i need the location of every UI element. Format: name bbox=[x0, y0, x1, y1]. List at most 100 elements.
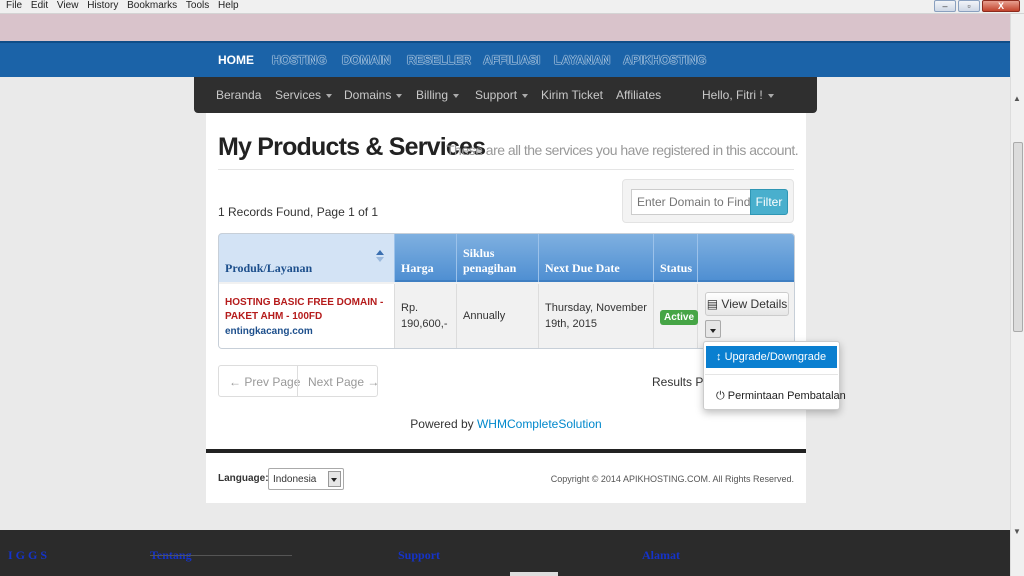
billing-cycle: Annually bbox=[463, 310, 506, 322]
powered-by-text: Powered by bbox=[410, 417, 477, 431]
subnav-support[interactable]: Support bbox=[475, 88, 529, 102]
header-produk-label: Produk/Layanan bbox=[225, 261, 313, 275]
header-siklus[interactable]: Siklus penagihan bbox=[457, 234, 539, 282]
cancel-request-label: Permintaan Pembatalan bbox=[727, 390, 846, 402]
subnav-billing-label: Billing bbox=[416, 88, 449, 102]
cell-cycle: Annually bbox=[457, 284, 539, 348]
footer: Language: Indonesia Copyright © 2014 API… bbox=[206, 453, 806, 503]
main-nav: HOME HOSTING DOMAIN RESELLER AFFILIASI L… bbox=[0, 41, 1010, 77]
menu-file[interactable]: File bbox=[6, 0, 22, 12]
select-arrow bbox=[328, 471, 341, 487]
cell-price: Rp. 190,600,- bbox=[395, 284, 457, 348]
chevron-down-icon bbox=[453, 93, 460, 98]
nav-layanan[interactable]: LAYANAN bbox=[554, 53, 610, 67]
up-down-arrow-icon: ↕ bbox=[716, 351, 725, 363]
view-details-label: View Details bbox=[721, 297, 788, 311]
chevron-down-icon bbox=[331, 477, 337, 482]
subnav-user-menu[interactable]: Hello, Fitri ! bbox=[702, 88, 774, 102]
list-icon: ▤ bbox=[706, 297, 722, 311]
menu-history[interactable]: History bbox=[87, 0, 118, 12]
footer-col-alamat: Alamat bbox=[642, 548, 680, 562]
footer-logo: IGGS bbox=[8, 548, 51, 562]
actions-dropdown-menu: ↕ Upgrade/Downgrade ⏻ Permintaan Pembata… bbox=[703, 341, 846, 410]
status-badge: Active bbox=[660, 310, 699, 325]
cancel-request-item[interactable]: ⏻ Permintaan Pembatalan bbox=[706, 385, 846, 407]
sort-down-icon bbox=[376, 257, 384, 262]
header-harga[interactable]: Harga bbox=[395, 234, 457, 282]
nav-reseller[interactable]: RESELLER bbox=[407, 53, 471, 67]
chevron-down-icon bbox=[326, 93, 333, 98]
domain-search-input[interactable] bbox=[631, 189, 751, 215]
records-count: 1 Records Found, Page 1 of 1 bbox=[218, 205, 379, 219]
menu-view[interactable]: View bbox=[57, 0, 79, 12]
cell-due-date: Thursday, November 19th, 2015 bbox=[539, 284, 654, 348]
menu-bookmarks[interactable]: Bookmarks bbox=[127, 0, 177, 12]
scroll-up-icon[interactable]: ▲ bbox=[1013, 94, 1021, 103]
language-value: Indonesia bbox=[273, 474, 317, 485]
language-select[interactable]: Indonesia bbox=[268, 468, 344, 490]
subnav-support-label: Support bbox=[475, 88, 518, 102]
browser-toolbar bbox=[0, 14, 1010, 41]
browser-menubar: File Edit View History Bookmarks Tools H… bbox=[0, 0, 1024, 14]
subnav-kirim-ticket[interactable]: Kirim Ticket bbox=[541, 88, 603, 102]
header-produk[interactable]: Produk/Layanan bbox=[219, 234, 395, 282]
powered-by: Powered by WHMCompleteSolution bbox=[206, 417, 806, 431]
chevron-down-icon bbox=[710, 328, 716, 333]
nav-apikhosting[interactable]: APIKHOSTING bbox=[623, 53, 706, 67]
menu-help[interactable]: Help bbox=[218, 0, 239, 12]
menu-edit[interactable]: Edit bbox=[31, 0, 48, 12]
header-actions bbox=[698, 234, 794, 282]
chevron-down-icon bbox=[767, 93, 774, 98]
language-label: Language: bbox=[218, 473, 269, 484]
close-window-button[interactable]: X bbox=[982, 0, 1020, 12]
page-subtitle: These are all the services you have regi… bbox=[446, 142, 799, 158]
cell-actions: ▤ View Details bbox=[698, 284, 794, 348]
power-icon: ⏻ bbox=[716, 390, 728, 402]
client-nav: Beranda Services Domains Billing Support… bbox=[194, 77, 817, 113]
subnav-domains[interactable]: Domains bbox=[344, 88, 403, 102]
page-scrollbar[interactable]: ▲ ▼ bbox=[1010, 14, 1024, 576]
prev-page-button[interactable]: ← Prev Page bbox=[229, 375, 300, 389]
services-table: Produk/Layanan Harga Siklus penagihan Ne… bbox=[218, 233, 795, 349]
upgrade-downgrade-item[interactable]: ↕ Upgrade/Downgrade bbox=[706, 346, 837, 368]
footer-tab bbox=[510, 572, 558, 576]
nav-affiliasi[interactable]: AFFILIASI bbox=[483, 53, 540, 67]
header-next-due[interactable]: Next Due Date bbox=[539, 234, 654, 282]
minimize-button[interactable]: – bbox=[934, 0, 956, 12]
subnav-beranda[interactable]: Beranda bbox=[216, 88, 261, 102]
pagination: ← Prev Page Next Page → bbox=[218, 365, 379, 397]
dropdown-divider bbox=[705, 374, 838, 375]
upgrade-downgrade-label: Upgrade/Downgrade bbox=[724, 351, 827, 363]
header-harga-label: Harga bbox=[401, 261, 434, 275]
nav-home[interactable]: HOME bbox=[218, 53, 254, 67]
scrollbar-thumb[interactable] bbox=[1013, 142, 1023, 332]
chevron-down-icon bbox=[396, 93, 403, 98]
sort-up-icon bbox=[376, 250, 384, 255]
next-page-button[interactable]: Next Page → bbox=[308, 375, 379, 389]
restore-button[interactable]: ▫ bbox=[958, 0, 980, 12]
cell-product: HOSTING BASIC FREE DOMAIN - PAKET AHM - … bbox=[219, 284, 395, 348]
nav-hosting[interactable]: HOSTING bbox=[272, 53, 327, 67]
filter-button[interactable]: Filter bbox=[750, 189, 788, 215]
site-footer: Tentang Support Alamat IGGS bbox=[0, 530, 1010, 576]
nav-domain[interactable]: DOMAIN bbox=[342, 53, 391, 67]
subnav-billing[interactable]: Billing bbox=[416, 88, 460, 102]
chevron-down-icon bbox=[522, 93, 529, 98]
due-date: Thursday, November 19th, 2015 bbox=[545, 302, 647, 330]
pager-divider bbox=[297, 366, 298, 396]
view-details-button[interactable]: ▤ View Details bbox=[705, 292, 789, 316]
cell-status: Active bbox=[654, 284, 699, 348]
header-siklus-label: Siklus penagihan bbox=[463, 246, 517, 275]
footer-line bbox=[150, 555, 292, 556]
whmcs-link[interactable]: WHMCompleteSolution bbox=[477, 417, 602, 431]
title-divider bbox=[218, 169, 794, 170]
header-status[interactable]: Status bbox=[654, 234, 698, 282]
header-status-label: Status bbox=[660, 261, 693, 275]
actions-dropdown-toggle[interactable] bbox=[705, 320, 721, 338]
product-domain: entingkacang.com bbox=[225, 326, 313, 337]
subnav-services[interactable]: Services bbox=[275, 88, 333, 102]
scroll-down-icon[interactable]: ▼ bbox=[1013, 527, 1021, 536]
subnav-affiliates[interactable]: Affiliates bbox=[616, 88, 661, 102]
copyright: Copyright © 2014 APIKHOSTING.COM. All Ri… bbox=[550, 474, 794, 484]
menu-tools[interactable]: Tools bbox=[186, 0, 209, 12]
